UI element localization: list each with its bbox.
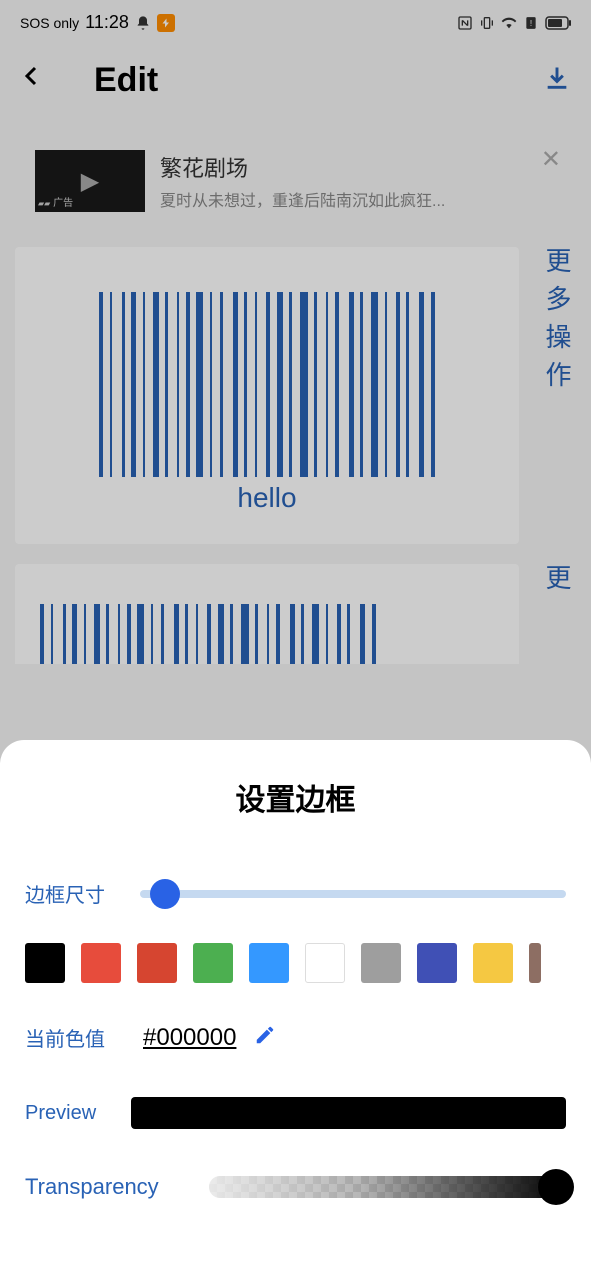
color-swatch-darkred[interactable]	[137, 943, 177, 983]
border-size-label: 边框尺寸	[25, 879, 125, 908]
page-title: Edit	[94, 61, 543, 100]
color-palette	[25, 943, 566, 983]
ad-title: 繁花剧场	[160, 151, 556, 183]
edit-icon[interactable]	[254, 1024, 276, 1052]
ad-label: ▰▰ 广告	[38, 194, 73, 209]
color-swatch-gray[interactable]	[361, 943, 401, 983]
barcode-section: hello 更多操作	[15, 247, 576, 544]
color-swatch-green[interactable]	[193, 943, 233, 983]
app-badge-icon	[157, 14, 175, 32]
barcode-card-2[interactable]	[15, 564, 519, 664]
status-left: SOS only 11:28	[20, 12, 175, 33]
ad-video-thumbnail[interactable]: ▶ ▰▰ 广告	[35, 150, 145, 212]
status-bar: SOS only 11:28 !	[0, 0, 591, 45]
color-swatch-blue[interactable]	[249, 943, 289, 983]
color-swatch-black[interactable]	[25, 943, 65, 983]
color-value-text[interactable]: #000000	[143, 1024, 236, 1052]
status-time: 11:28	[85, 12, 129, 33]
current-color-label: 当前色值	[25, 1023, 125, 1052]
download-button[interactable]	[543, 64, 571, 97]
preview-row: Preview	[25, 1097, 566, 1129]
vibrate-icon	[479, 15, 495, 31]
play-icon: ▶	[81, 167, 99, 196]
barcode-section-2: 更	[15, 564, 576, 664]
svg-text:!: !	[530, 18, 532, 27]
border-size-row: 边框尺寸	[25, 879, 566, 908]
more-actions-button-2[interactable]: 更	[539, 564, 576, 664]
sheet-title: 设置边框	[25, 775, 566, 819]
barcode-image-2	[40, 604, 494, 664]
back-button[interactable]	[20, 60, 44, 100]
bell-icon	[135, 15, 151, 31]
preview-bar	[131, 1097, 566, 1129]
color-swatch-red[interactable]	[81, 943, 121, 983]
ad-description: 夏时从未想过，重逢后陆南沉如此疯狂...	[160, 187, 556, 211]
ad-close-button[interactable]: ✕	[541, 145, 561, 174]
status-right: !	[457, 15, 571, 31]
alert-icon: !	[523, 15, 539, 31]
transparency-label: Transparency	[25, 1174, 159, 1200]
barcode-image	[40, 292, 494, 477]
color-value-row: 当前色值 #000000	[25, 1023, 566, 1052]
barcode-label: hello	[40, 482, 494, 514]
more-actions-button[interactable]: 更多操作	[539, 247, 576, 544]
color-swatch-yellow[interactable]	[473, 943, 513, 983]
color-swatch-indigo[interactable]	[417, 943, 457, 983]
preview-label: Preview	[25, 1102, 96, 1125]
ad-banner[interactable]: ▶ ▰▰ 广告 繁花剧场 夏时从未想过，重逢后陆南沉如此疯狂... ✕	[20, 135, 571, 227]
color-swatch-white[interactable]	[305, 943, 345, 983]
barcode-card[interactable]: hello	[15, 247, 519, 544]
battery-icon	[545, 15, 571, 31]
ad-text: 繁花剧场 夏时从未想过，重逢后陆南沉如此疯狂...	[160, 151, 556, 211]
transparency-row: Transparency	[25, 1174, 566, 1200]
color-swatch-brown[interactable]	[529, 943, 541, 983]
app-header: Edit	[0, 45, 591, 115]
wifi-icon	[501, 15, 517, 31]
nfc-icon	[457, 15, 473, 31]
slider-thumb[interactable]	[150, 879, 180, 909]
border-size-slider[interactable]	[140, 890, 566, 898]
transparency-slider[interactable]	[209, 1176, 566, 1198]
network-status: SOS only	[20, 15, 79, 31]
border-settings-sheet: 设置边框 边框尺寸 当前色值 #000000 Preview Transpare…	[0, 740, 591, 1280]
transparency-thumb[interactable]	[538, 1169, 574, 1205]
